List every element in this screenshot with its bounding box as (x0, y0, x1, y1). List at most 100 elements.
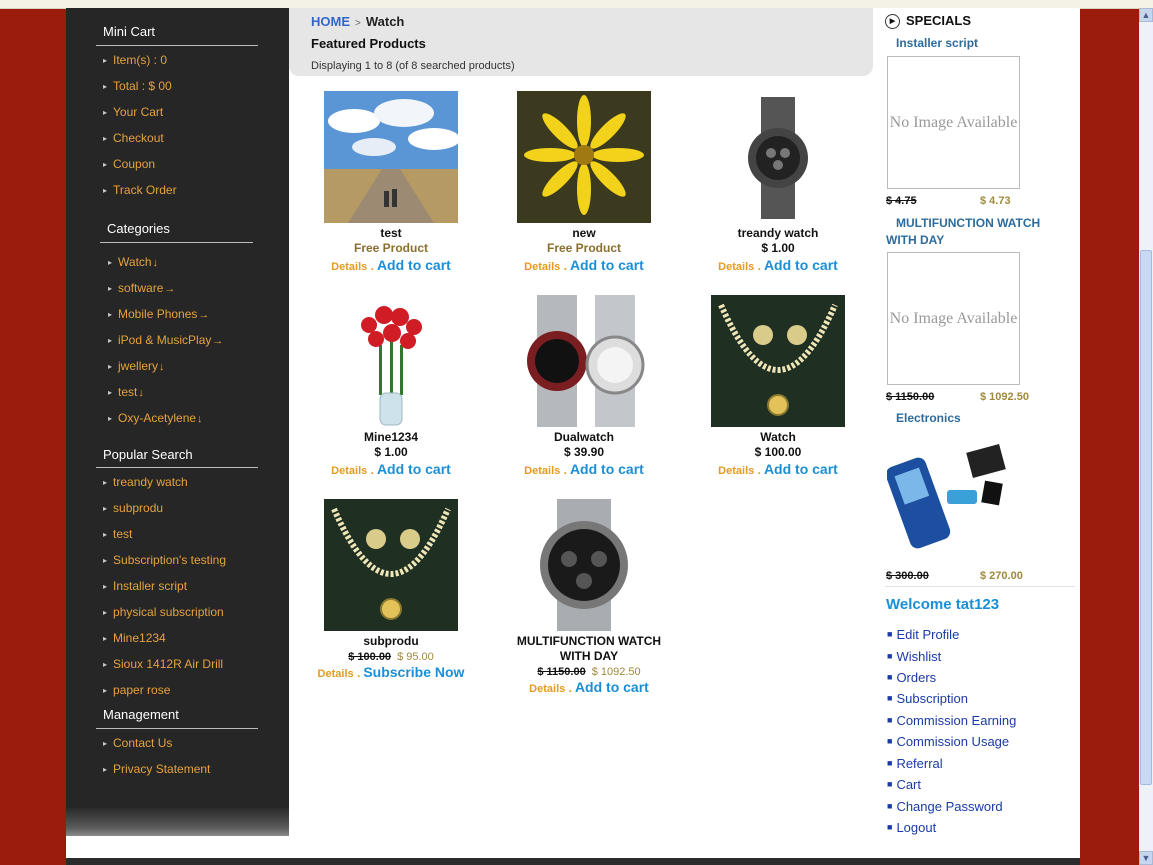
privacy-statement-link[interactable]: ▸ Privacy Statement (103, 762, 210, 776)
breadcrumb-home-link[interactable]: HOME (311, 14, 350, 29)
bullet-icon: ▸ (103, 634, 108, 643)
no-image-placeholder[interactable]: No Image Available (887, 56, 1020, 189)
product-card: Watch $ 100.00 Details . Add to cart (683, 430, 873, 480)
product-name[interactable]: Dualwatch (489, 430, 679, 445)
product-image-electronics[interactable] (887, 430, 1019, 562)
wishlist-link[interactable]: ■ Wishlist (887, 649, 941, 664)
product-image-road[interactable] (324, 91, 458, 223)
product-price: $ 1.00 (374, 445, 408, 459)
contact-us-link[interactable]: ▸ Contact Us (103, 736, 172, 750)
no-image-placeholder[interactable]: No Image Available (887, 252, 1020, 385)
coupon-link[interactable]: ▸ Coupon (103, 157, 155, 171)
add-to-cart-button[interactable]: Add to cart (764, 257, 838, 273)
details-link[interactable]: Details (318, 668, 354, 680)
category-item-oxy-acetylene[interactable]: ▸ Oxy-Acetylene↓ (108, 411, 203, 425)
product-image-necklace[interactable] (711, 295, 845, 427)
product-price: $ 1.00 (761, 241, 795, 255)
bullet-icon: ▸ (103, 660, 108, 669)
separator-dot: . (370, 463, 374, 477)
add-to-cart-button[interactable]: Add to cart (764, 461, 838, 477)
subscribe-now-button[interactable]: Subscribe Now (363, 664, 464, 680)
category-item-software[interactable]: ▸ software→ (108, 281, 175, 295)
product-name[interactable]: Mine1234 (296, 430, 486, 445)
your-cart-link[interactable]: ▸ Your Cart (103, 105, 163, 119)
details-link[interactable]: Details (524, 261, 560, 273)
product-image-flower[interactable] (517, 91, 651, 223)
product-name[interactable]: treandy watch (683, 226, 873, 241)
bullet-icon: ▸ (108, 336, 113, 345)
edit-profile-link[interactable]: ■ Edit Profile (887, 627, 959, 642)
commission-usage-link[interactable]: ■ Commission Usage (887, 734, 1009, 749)
popular-search-item[interactable]: ▸ physical subscription (103, 605, 224, 619)
details-link[interactable]: Details (718, 261, 754, 273)
checkout-link[interactable]: ▸ Checkout (103, 131, 164, 145)
bullet-icon: ▸ (103, 82, 108, 91)
product-old-price: $ 1150.00 (537, 666, 586, 678)
category-item-jwellery[interactable]: ▸ jwellery↓ (108, 359, 165, 373)
product-image-necklace[interactable] (324, 499, 458, 631)
scroll-down-button[interactable]: ▼ (1139, 851, 1153, 865)
chevron-up-icon: ▲ (1141, 10, 1151, 20)
bullet-icon: ▸ (103, 582, 108, 591)
details-link[interactable]: Details (529, 683, 565, 695)
product-image-watch[interactable] (711, 91, 845, 223)
track-order-link[interactable]: ▸ Track Order (103, 183, 177, 197)
popular-search-item[interactable]: ▸ treandy watch (103, 475, 188, 489)
category-item-mobile-phones[interactable]: ▸ Mobile Phones→ (108, 307, 209, 321)
add-to-cart-button[interactable]: Add to cart (570, 257, 644, 273)
arrow-down-icon: ↓ (138, 387, 144, 399)
popular-search-item[interactable]: ▸ test (103, 527, 132, 541)
category-item-test[interactable]: ▸ test↓ (108, 385, 144, 399)
special-item-name[interactable]: Electronics (896, 411, 961, 425)
product-name[interactable]: new (489, 226, 679, 241)
bullet-icon: ▸ (103, 56, 108, 65)
special-item-name[interactable]: MULTIFUNCTION WATCH WITH DAY (886, 215, 1066, 249)
popular-search-item[interactable]: ▸ subprodu (103, 501, 163, 515)
special-item-name[interactable]: Installer script (896, 36, 978, 50)
subscription-link[interactable]: ■ Subscription (887, 691, 968, 706)
add-to-cart-button[interactable]: Add to cart (575, 679, 649, 695)
product-image-roses[interactable] (324, 295, 458, 427)
separator-dot: . (370, 259, 374, 273)
category-item-ipod[interactable]: ▸ iPod & MusicPlay→ (108, 333, 223, 347)
details-link[interactable]: Details (331, 261, 367, 273)
bullet-icon: ▸ (103, 478, 108, 487)
add-to-cart-button[interactable]: Add to cart (377, 257, 451, 273)
divider (96, 45, 258, 46)
category-item-watch[interactable]: ▸ Watch↓ (108, 255, 158, 269)
change-password-link[interactable]: ■ Change Password (887, 799, 1003, 814)
details-link[interactable]: Details (524, 465, 560, 477)
popular-search-item[interactable]: ▸ Sioux 1412R Air Drill (103, 657, 223, 671)
referral-link[interactable]: ■ Referral (887, 756, 943, 771)
bullet-icon: ▸ (108, 284, 113, 293)
product-name[interactable]: test (296, 226, 486, 241)
details-link[interactable]: Details (718, 465, 754, 477)
product-name[interactable]: MULTIFUNCTION WATCH WITH DAY (489, 634, 689, 664)
categories-heading: Categories (107, 221, 170, 236)
details-link[interactable]: Details (331, 465, 367, 477)
add-to-cart-button[interactable]: Add to cart (377, 461, 451, 477)
popular-search-item[interactable]: ▸ Subscription's testing (103, 553, 226, 567)
logout-link[interactable]: ■ Logout (887, 820, 936, 835)
product-name[interactable]: subprodu (296, 634, 486, 649)
product-image-dualwatch[interactable] (517, 295, 651, 427)
bullet-icon: ▸ (103, 160, 108, 169)
orders-link[interactable]: ■ Orders (887, 670, 936, 685)
arrow-right-icon: → (212, 335, 224, 347)
product-name[interactable]: Watch (683, 430, 873, 445)
commission-earning-link[interactable]: ■ Commission Earning (887, 713, 1016, 728)
popular-search-item[interactable]: ▸ paper rose (103, 683, 170, 697)
cart-link[interactable]: ■ Cart (887, 777, 921, 792)
scroll-up-button[interactable]: ▲ (1139, 8, 1153, 22)
sidebar-footer (66, 808, 289, 836)
product-image-chrono-watch[interactable] (517, 499, 651, 631)
bullet-icon: ▸ (108, 310, 113, 319)
separator-dot: . (757, 259, 761, 273)
scrollbar-thumb[interactable] (1140, 250, 1152, 785)
add-to-cart-button[interactable]: Add to cart (570, 461, 644, 477)
popular-search-item[interactable]: ▸ Mine1234 (103, 631, 166, 645)
bullet-icon: ▸ (108, 362, 113, 371)
popular-search-item[interactable]: ▸ Installer script (103, 579, 187, 593)
product-card: new Free Product Details . Add to cart (489, 226, 679, 276)
bullet-icon: ■ (887, 822, 893, 832)
